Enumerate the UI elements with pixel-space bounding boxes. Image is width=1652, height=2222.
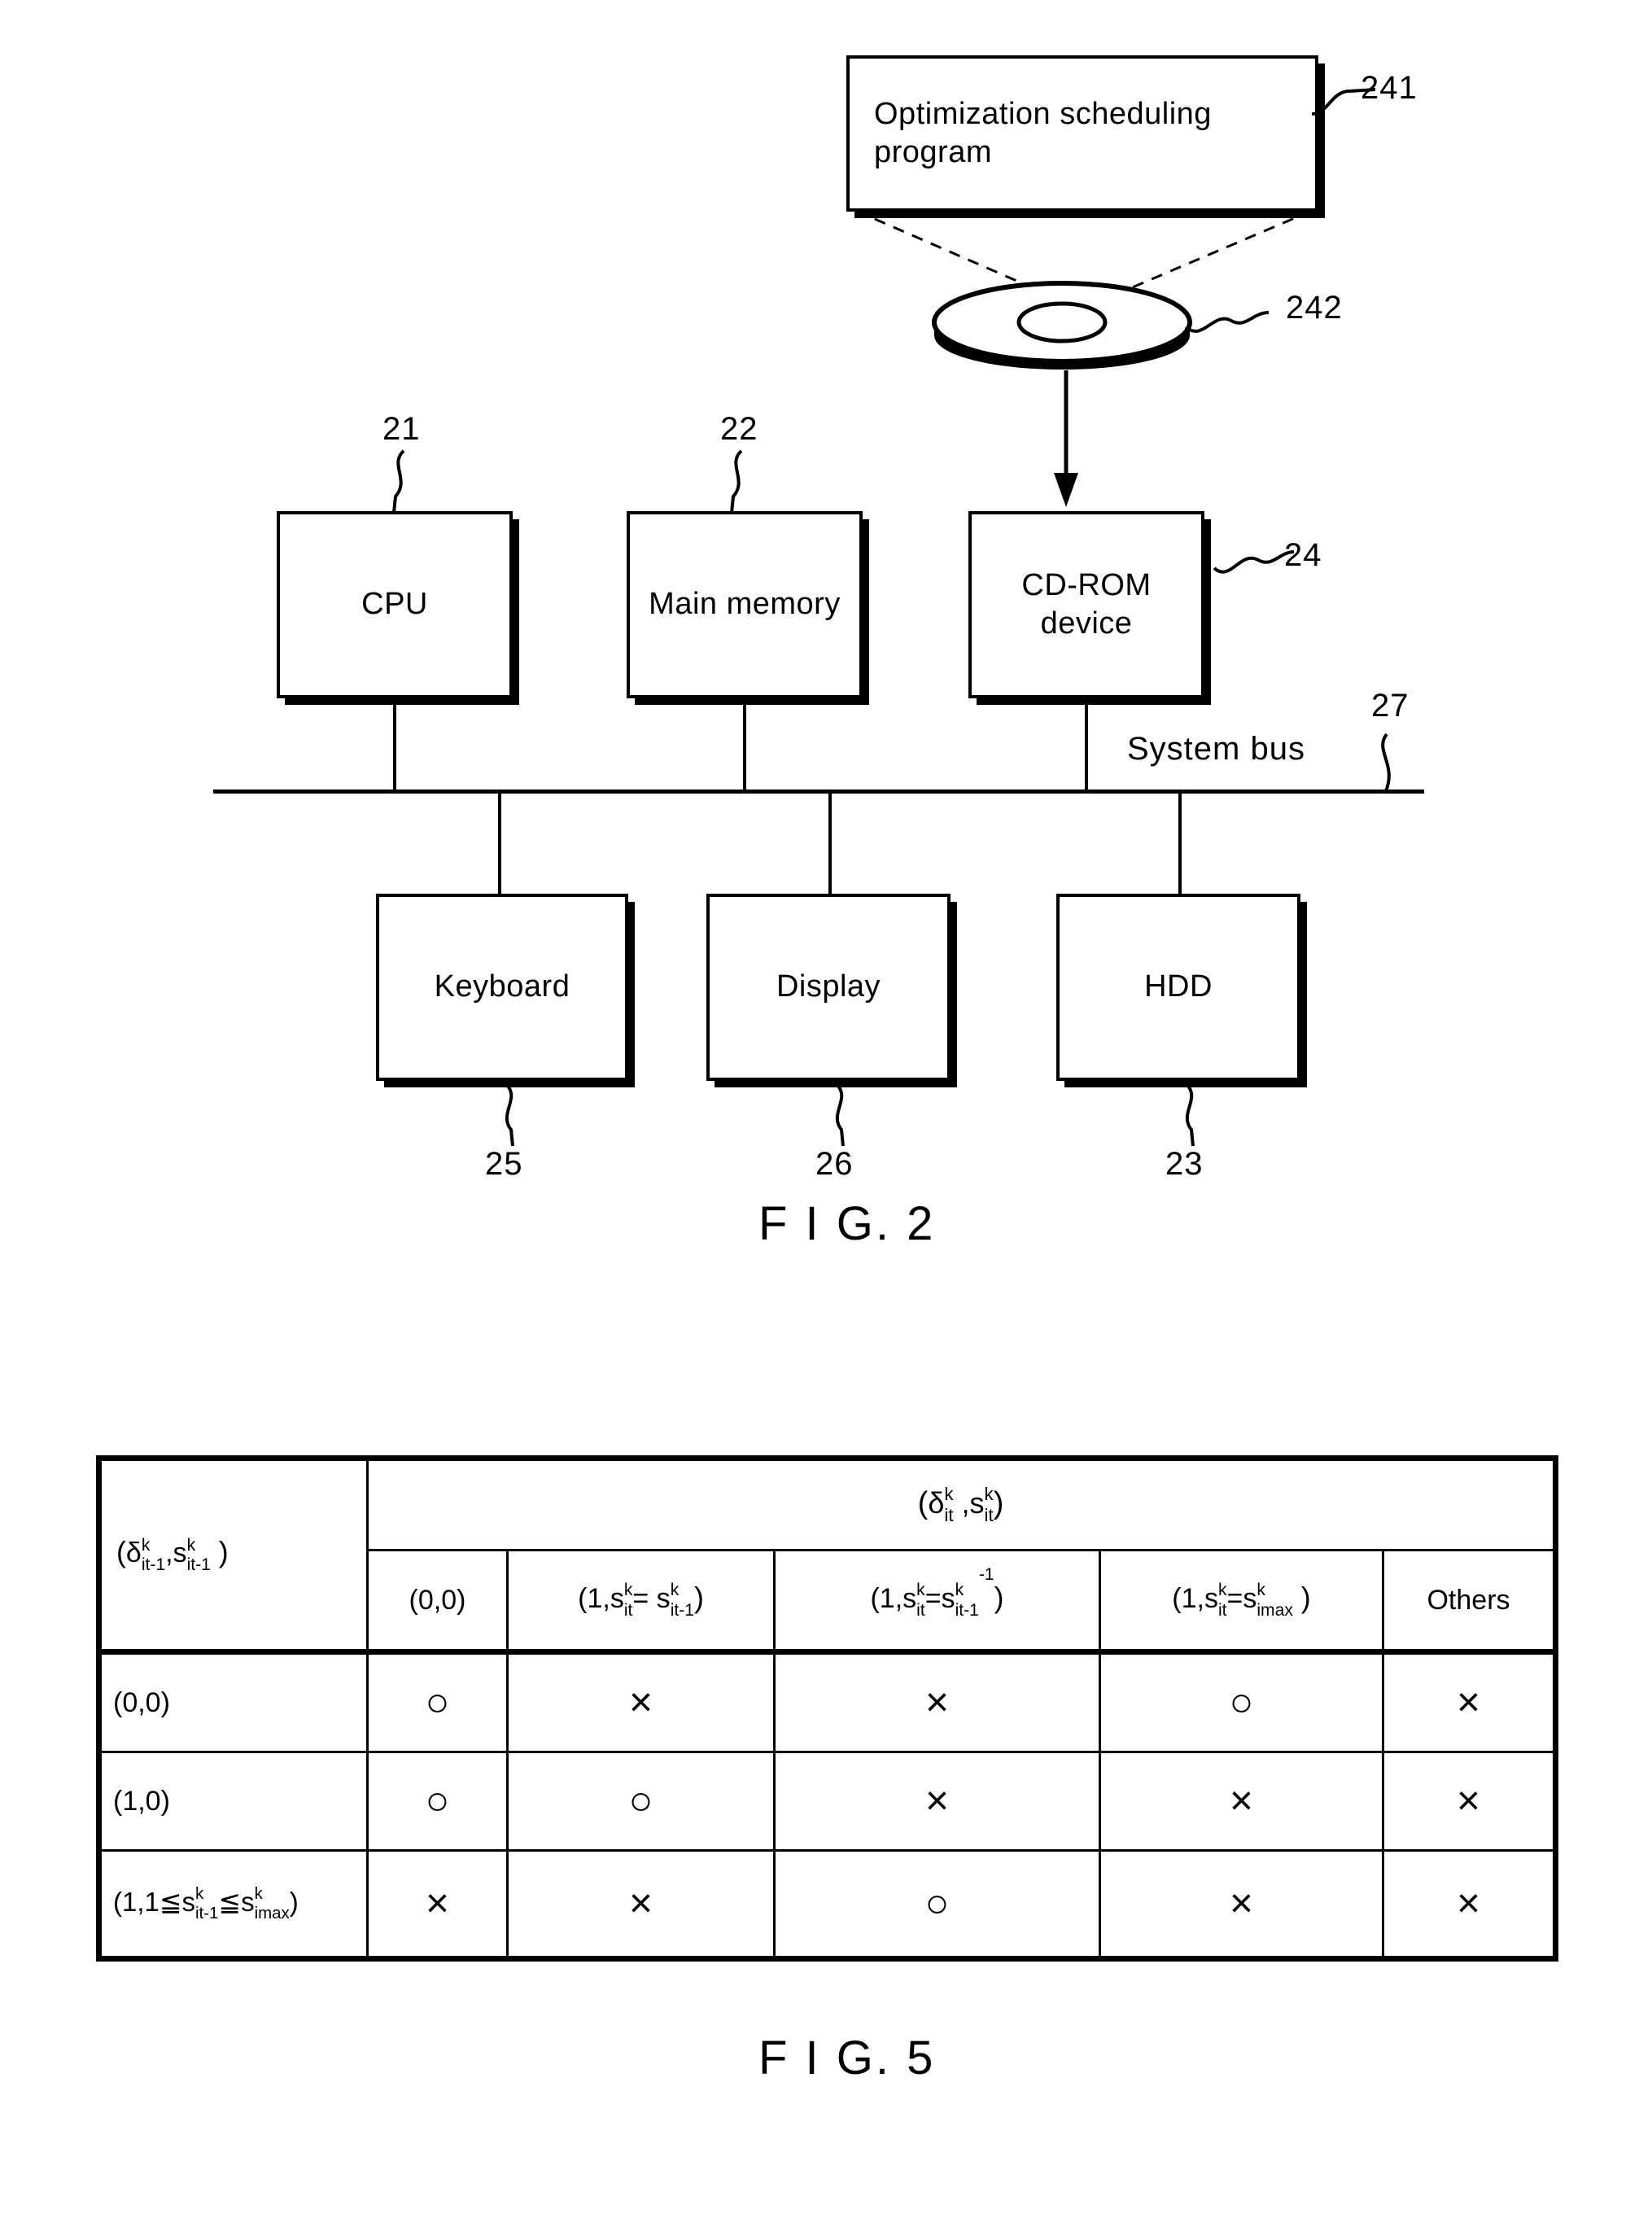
column-header-c-imax: (1,s k it =s k imax ) bbox=[1099, 1549, 1384, 1655]
cell-rrange-c-dec: ○ bbox=[773, 1849, 1101, 1962]
ref-number-27: 27 bbox=[1371, 688, 1409, 724]
leader-23 bbox=[1185, 1083, 1195, 1147]
component-box-display-label: Display bbox=[776, 969, 881, 1004]
cell-r10-c-same: ○ bbox=[506, 1751, 776, 1852]
cell-r00-others: × bbox=[1381, 1651, 1559, 1753]
column-header-c-dec-formula: (1,s k it =s k it-1 -1) bbox=[870, 1564, 1004, 1620]
table-row: (1,0) ○ ○ × × × bbox=[96, 1751, 1559, 1852]
system-bus-line bbox=[213, 790, 1424, 794]
system-bus-label: System bus bbox=[1127, 731, 1305, 767]
disc-to-cdrom-arrow bbox=[1054, 370, 1078, 507]
connector-bus-to-keyboard bbox=[498, 790, 501, 895]
table-header-row-group: (δ k it-1 ,s k it-1 ) (δ k it ,s k it) bbox=[96, 1455, 1559, 1655]
ref-number-25: 25 bbox=[485, 1146, 523, 1182]
component-box-hdd: HDD bbox=[1056, 894, 1300, 1081]
component-box-cd-rom-device-label: CD-ROM device bbox=[1021, 567, 1152, 641]
connector-main-memory-to-bus bbox=[743, 698, 746, 790]
leader-242 bbox=[1184, 311, 1270, 333]
figure-5-caption: F I G. 5 bbox=[758, 2032, 936, 2084]
row-header-rrange: (1,1≦s k it-1 ≦s k imax) bbox=[96, 1849, 369, 1962]
cell-r10-c-dec: × bbox=[773, 1751, 1101, 1852]
component-box-main-memory: Main memory bbox=[627, 511, 863, 698]
column-header-c00-formula: (0,0) bbox=[409, 1584, 466, 1616]
table-row: (0,0) ○ × × ○ × bbox=[96, 1651, 1559, 1753]
cell-rrange-others: × bbox=[1381, 1849, 1559, 1962]
component-box-keyboard: Keyboard bbox=[376, 894, 628, 1081]
leader-27 bbox=[1381, 733, 1391, 794]
cell-r00-c-same: × bbox=[506, 1651, 776, 1753]
cell-r00-c-imax: ○ bbox=[1099, 1651, 1384, 1753]
corner-header-formula: (δ k it-1 ,s k it-1 ) bbox=[116, 1535, 229, 1575]
program-box-label: Optimization scheduling program bbox=[874, 96, 1212, 170]
component-box-cpu-label: CPU bbox=[361, 587, 428, 622]
component-box-hdd-label: HDD bbox=[1144, 969, 1213, 1004]
cell-rrange-c00: × bbox=[366, 1849, 509, 1962]
column-header-others-label: Others bbox=[1427, 1584, 1510, 1616]
cell-rrange-c-same: × bbox=[506, 1849, 776, 1962]
column-header-c-same-formula: (1,s k it = s k it-1) bbox=[578, 1581, 704, 1620]
ref-number-22: 22 bbox=[720, 411, 758, 447]
connector-bus-to-display bbox=[828, 790, 832, 895]
component-box-cpu: CPU bbox=[277, 511, 513, 698]
leader-21 bbox=[392, 449, 405, 514]
ref-number-21: 21 bbox=[382, 411, 421, 447]
cell-r10-others: × bbox=[1381, 1751, 1559, 1852]
column-header-c-same: (1,s k it = s k it-1) bbox=[506, 1549, 776, 1655]
cell-r10-c00: ○ bbox=[366, 1751, 509, 1852]
connector-cd-rom-to-bus bbox=[1085, 698, 1088, 790]
ref-number-242: 242 bbox=[1286, 290, 1343, 326]
column-header-c-imax-formula: (1,s k it =s k imax ) bbox=[1172, 1581, 1311, 1620]
group-header-formula: (δ k it ,s k it) bbox=[917, 1484, 1004, 1526]
figure-2-caption: F I G. 2 bbox=[758, 1197, 936, 1250]
cell-rrange-c-imax: × bbox=[1099, 1849, 1384, 1962]
cd-disc-icon bbox=[932, 281, 1192, 370]
component-box-cd-rom-device: CD-ROM device bbox=[968, 511, 1204, 698]
column-header-others: Others bbox=[1381, 1549, 1559, 1655]
ref-number-23: 23 bbox=[1165, 1146, 1204, 1182]
cell-r00-c00: ○ bbox=[366, 1651, 509, 1753]
ref-number-26: 26 bbox=[815, 1146, 854, 1182]
column-header-c-dec: (1,s k it =s k it-1 -1) bbox=[773, 1549, 1101, 1655]
component-box-main-memory-label: Main memory bbox=[649, 587, 841, 622]
leader-22 bbox=[730, 449, 743, 514]
row-header-rrange-formula: (1,1≦s k it-1 ≦s k imax) bbox=[113, 1884, 299, 1922]
ref-number-241: 241 bbox=[1361, 70, 1418, 106]
table-corner-header: (δ k it-1 ,s k it-1 ) bbox=[96, 1455, 369, 1655]
connector-bus-to-hdd bbox=[1178, 790, 1182, 895]
cell-r10-c-imax: × bbox=[1099, 1751, 1384, 1852]
ref-number-24: 24 bbox=[1284, 537, 1322, 573]
optimization-scheduling-program-box: Optimization scheduling program bbox=[846, 55, 1318, 212]
row-header-r10: (1,0) bbox=[96, 1751, 369, 1852]
transition-truth-table: (δ k it-1 ,s k it-1 ) (δ k it ,s k it) (0,0) (1,s… bbox=[96, 1455, 1559, 1962]
leader-26 bbox=[835, 1083, 845, 1147]
table-group-header: (δ k it ,s k it) bbox=[365, 1455, 1559, 1551]
component-box-keyboard-label: Keyboard bbox=[434, 969, 570, 1004]
connector-cpu-to-bus bbox=[393, 698, 396, 790]
leader-25 bbox=[505, 1083, 514, 1147]
column-header-c00: (0,0) bbox=[366, 1549, 509, 1655]
component-box-display: Display bbox=[706, 894, 951, 1081]
row-header-r00: (0,0) bbox=[96, 1651, 369, 1753]
cell-r00-c-dec: × bbox=[773, 1651, 1101, 1753]
table-row: (1,1≦s k it-1 ≦s k imax) × × ○ × × bbox=[96, 1849, 1559, 1962]
